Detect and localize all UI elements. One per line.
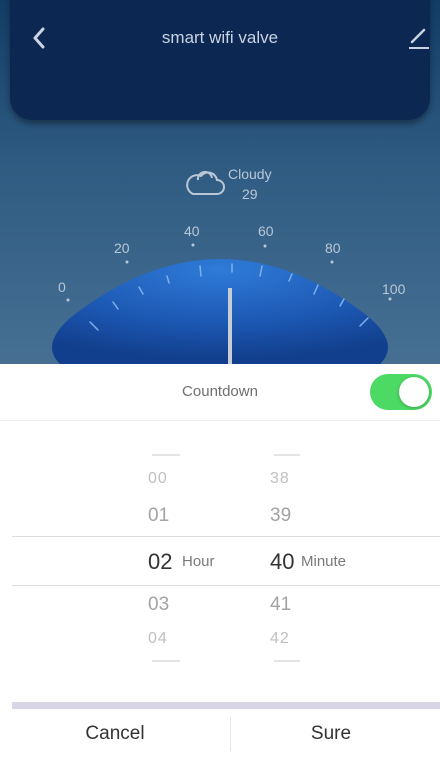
gauge-face [52,259,388,364]
cancel-button[interactable]: Cancel [0,709,230,759]
picker-fade-top-hour [152,454,180,456]
valve-gauge[interactable] [0,0,440,364]
scale-label-20: 20 [114,240,130,256]
minute-option[interactable]: 39 [270,505,291,527]
hour-option[interactable]: 00 [148,470,168,488]
countdown-toggle[interactable] [370,374,432,410]
minute-option[interactable]: 42 [270,630,290,648]
countdown-sheet: Countdown 00 01 02 03 04 Hour 38 39 40 4… [0,364,440,759]
countdown-row: Countdown [0,364,440,421]
hour-option[interactable]: 01 [148,505,169,527]
time-picker: 00 01 02 03 04 Hour 38 39 40 41 42 Minut… [0,448,440,678]
button-divider-bar [12,702,440,709]
hour-option[interactable]: 04 [148,630,168,648]
valve-dial-screen: smart wifi valve Cloudy 29 0 20 40 60 80… [0,0,440,364]
minute-selected[interactable]: 40 [270,549,294,575]
minute-option[interactable]: 38 [270,470,290,488]
scale-label-80: 80 [325,240,341,256]
toggle-knob [399,377,429,407]
hour-option[interactable]: 03 [148,594,169,616]
picker-selection-top-line [12,536,440,537]
picker-fade-bottom-minute [274,660,300,662]
scale-label-0: 0 [58,279,66,295]
picker-fade-bottom-hour [152,660,180,662]
hour-selected[interactable]: 02 [148,549,172,575]
scale-label-40: 40 [184,223,200,239]
scale-label-100: 100 [382,281,406,297]
picker-fade-top-minute [274,454,300,456]
hour-unit: Hour [182,553,215,570]
picker-selection-bottom-line [12,585,440,586]
sure-button[interactable]: Sure [231,709,431,759]
minute-unit: Minute [301,553,347,570]
scale-label-60: 60 [258,223,274,239]
action-buttons: Cancel Sure [0,709,440,759]
minute-option[interactable]: 41 [270,594,291,616]
